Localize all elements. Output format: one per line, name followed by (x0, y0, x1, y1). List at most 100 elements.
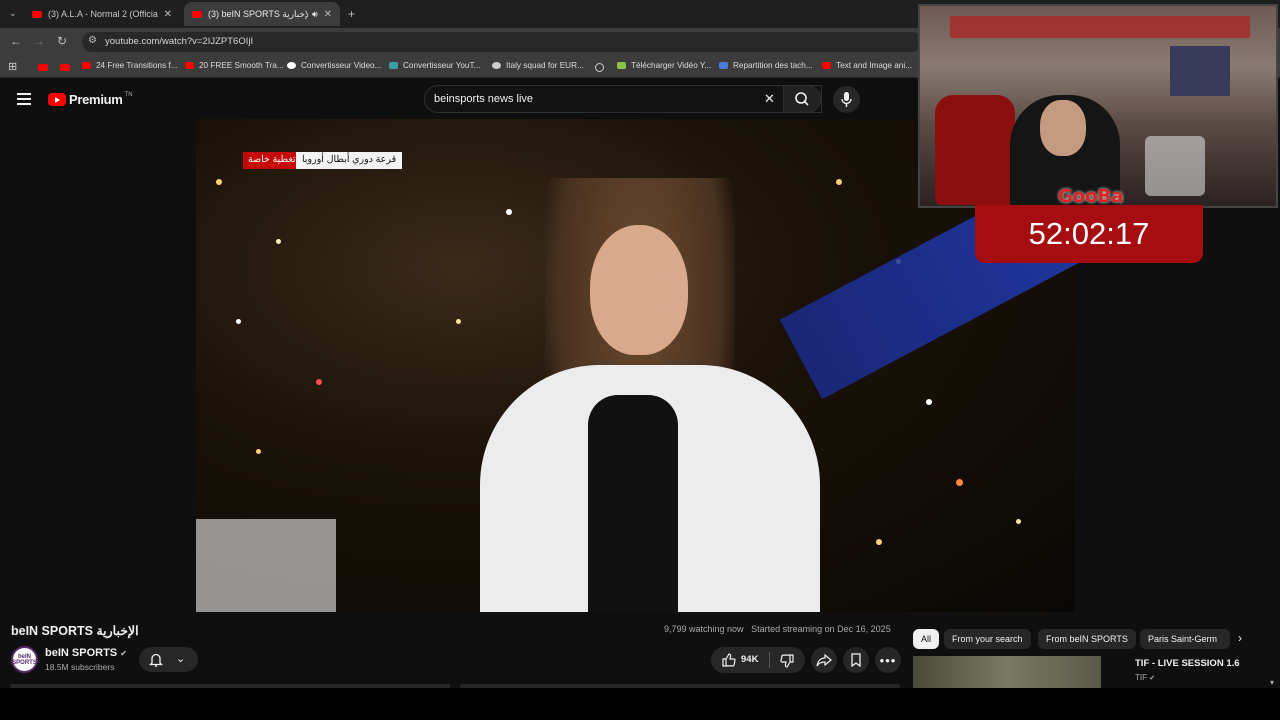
save-button[interactable] (843, 647, 869, 673)
menu-hamburger-icon[interactable] (17, 93, 31, 105)
like-divider (769, 652, 770, 668)
bookmark-globe-icon[interactable] (595, 63, 604, 72)
bookmark-item[interactable]: Italy squad for EUR... (492, 61, 584, 70)
tab-search-chevron-icon[interactable]: ⌄ (9, 8, 17, 19)
browser-tab-1[interactable]: (3) A.L.A - Normal 2 (Official M ✕ (24, 2, 180, 26)
search-icon (795, 92, 809, 106)
back-arrow-icon[interactable]: ← (10, 34, 22, 48)
city-light (506, 209, 512, 215)
tab-close-icon[interactable]: ✕ (324, 9, 332, 20)
bookmark-icon (851, 653, 861, 667)
notification-bell-button[interactable]: ⌄ (139, 647, 198, 672)
channel-name[interactable]: beIN SPORTS ✔ (45, 647, 127, 659)
bookmark-label: Text and Image ani... (836, 61, 913, 70)
bookmark-item[interactable]: 24 Free Transitions f... (82, 61, 177, 70)
wall-flags (950, 16, 1250, 38)
bell-icon (149, 653, 163, 667)
wall-shelf (1170, 46, 1230, 96)
more-actions-button[interactable]: ••• (875, 647, 901, 673)
tab-title: (3) beIN SPORTS الإخبارية - Y (208, 8, 308, 19)
search-button[interactable] (783, 85, 821, 113)
tab-close-icon[interactable]: ✕ (164, 9, 172, 20)
subscriber-count: 18.5M subscribers (45, 662, 115, 672)
recommendation-title[interactable]: TIF - LIVE SESSION 1.6 (1135, 658, 1240, 669)
bookmark-label: 24 Free Transitions f... (96, 61, 178, 70)
search-query-text: beinsports news live (434, 93, 534, 105)
bookmark-item[interactable]: Text and Image ani... (822, 61, 912, 70)
chip-from-bein-sports[interactable]: From beIN SPORTS (1038, 629, 1136, 649)
bookmark-label: Convertisseur YouT... (403, 61, 481, 70)
anchor-face (590, 225, 688, 355)
bookmark-youtube-icon[interactable] (38, 64, 48, 71)
chip-paris-saint-germain[interactable]: Paris Saint-Germ (1140, 629, 1230, 649)
verified-check-icon: ✔ (120, 649, 127, 658)
bookmark-icon (287, 62, 296, 69)
city-light (876, 539, 882, 545)
voice-search-button[interactable] (833, 86, 860, 113)
new-tab-button[interactable]: + (348, 7, 355, 21)
youtube-favicon-icon (192, 10, 202, 18)
city-light (316, 379, 322, 385)
verified-check-icon: ✔ (1149, 675, 1156, 682)
recommendation-thumbnail[interactable] (913, 656, 1101, 689)
draw-badge: قرعة دوري أبطال أوروبا (296, 152, 403, 169)
logo-text: Premium (69, 92, 123, 107)
tab-title: (3) A.L.A - Normal 2 (Official M (48, 9, 158, 19)
bookmark-youtube-icon[interactable] (60, 64, 70, 71)
bookmark-label: 20 FREE Smooth Tra... (199, 61, 284, 70)
bookmark-item[interactable]: Télécharger Vidéo Y... (617, 61, 711, 70)
url-text: youtube.com/watch?v=2IJZPT6OIjI (105, 36, 254, 47)
youtube-logo[interactable]: Premium TN (48, 92, 133, 107)
city-light (236, 319, 241, 324)
bookmark-icon (822, 62, 831, 69)
bookmark-item[interactable]: 20 FREE Smooth Tra... (185, 61, 284, 70)
bookmark-item[interactable]: Convertisseur YouT... (389, 61, 480, 70)
site-info-icon[interactable]: ⚙ (88, 35, 97, 46)
bottom-bar (0, 688, 1280, 720)
bookmark-label: Italy squad for EUR... (506, 61, 584, 70)
reload-icon[interactable]: ↻ (57, 34, 67, 48)
bookmark-icon (82, 62, 91, 69)
city-light (1016, 519, 1021, 524)
city-light (216, 179, 222, 185)
white-chair (1145, 136, 1205, 196)
recommendation-channel[interactable]: TIF ✔ (1135, 673, 1155, 682)
streamer-head (1040, 100, 1086, 156)
city-light (276, 239, 281, 244)
stream-stats: 9,799 watching now Started streaming on … (664, 624, 891, 634)
apps-grid-icon[interactable]: ⊞ (8, 60, 17, 73)
share-button[interactable] (811, 647, 837, 673)
stream-start-date: Started streaming on Dec 16, 2025 (751, 624, 891, 634)
forward-arrow-icon[interactable]: → (33, 34, 45, 48)
watching-count: 9,799 watching now (664, 624, 744, 634)
streamer-name: GooBa (1058, 186, 1124, 207)
bookmark-label: Télécharger Vidéo Y... (631, 61, 712, 70)
channel-avatar[interactable]: beIN SPORTS (11, 646, 38, 673)
clear-search-icon[interactable]: ✕ (764, 91, 775, 107)
browser-tab-2[interactable]: (3) beIN SPORTS الإخبارية - Y 🔊︎ ✕ (184, 2, 340, 26)
more-dots-icon: ••• (879, 652, 897, 668)
bookmark-item[interactable]: Repartition des tach... (719, 61, 813, 70)
stream-timer: 52:02:17 (975, 205, 1203, 263)
bookmark-item[interactable]: Convertisseur Video... (287, 61, 381, 70)
chevron-right-icon[interactable]: › (1238, 631, 1242, 645)
city-light (836, 179, 842, 185)
thumbs-down-icon[interactable] (779, 653, 795, 669)
speaker-icon[interactable]: 🔊︎ (312, 9, 318, 20)
chip-all[interactable]: All (913, 629, 940, 649)
microphone-icon (841, 92, 852, 107)
special-coverage-badge: تغطية خاصة (243, 152, 301, 169)
chip-from-your-search[interactable]: From your search (944, 629, 1031, 649)
share-icon (816, 653, 832, 667)
bookmark-label: Convertisseur Video... (301, 61, 382, 70)
channel-name-text: beIN SPORTS (45, 647, 118, 659)
avatar-text: beIN SPORTS (12, 653, 37, 666)
city-light (956, 479, 963, 486)
city-light (256, 449, 261, 454)
bookmark-icon (617, 62, 626, 69)
search-input[interactable]: beinsports news live (424, 85, 822, 113)
city-light (456, 319, 461, 324)
video-title: beIN SPORTS الإخبارية (11, 624, 139, 638)
scroll-down-arrow-icon[interactable]: ▾ (1270, 678, 1274, 687)
thumbs-up-icon[interactable] (721, 652, 737, 668)
